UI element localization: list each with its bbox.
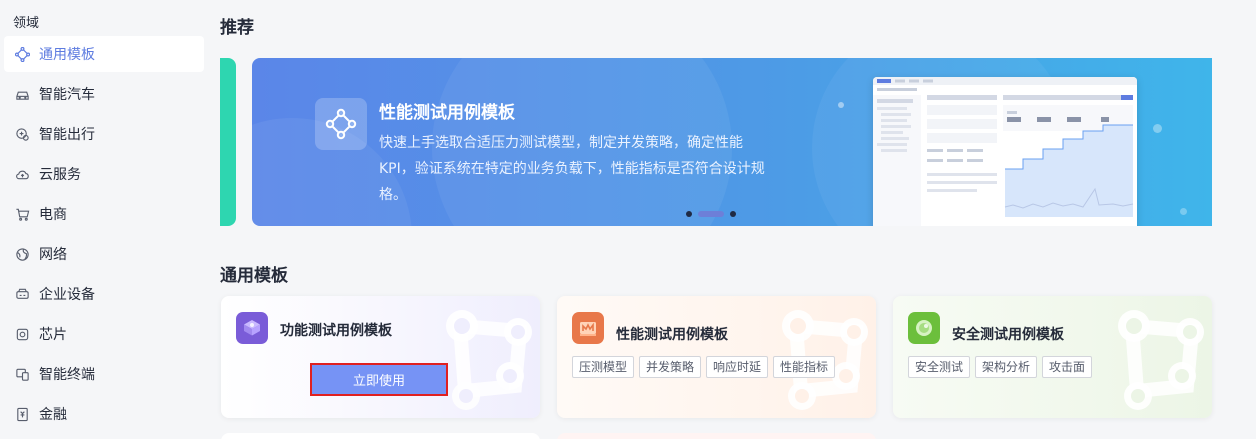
product-screenshot-image [873, 77, 1137, 226]
hub-icon [315, 98, 367, 150]
previous-banner-slide[interactable] [220, 58, 236, 226]
cart-icon [14, 206, 30, 222]
banner-description: 快速上手选取合适压力测试模型，制定并发策略，确定性能KPI，验证系统在特定的业务… [379, 135, 765, 203]
sidebar-item-label: 智能汽车 [39, 87, 95, 103]
sidebar-item-label: 电商 [39, 207, 67, 223]
template-card-peek [557, 433, 876, 439]
sidebar-item-chip[interactable]: 芯片 [4, 316, 204, 352]
sidebar-item-general[interactable]: 通用模板 [4, 36, 204, 72]
tag[interactable]: 压测模型 [572, 356, 635, 378]
carousel-dots [686, 211, 736, 217]
cloud-icon [14, 166, 30, 182]
sidebar-item-label: 通用模板 [39, 47, 95, 63]
recommend-banner[interactable]: 性能测试用例模板 快速上手选取合适压力测试模型，制定并发策略，确定性能KPI，验… [252, 58, 1212, 226]
sidebar-item-label: 智能终端 [39, 367, 95, 383]
chip-icon [14, 326, 30, 342]
sidebar-item-label: 智能出行 [39, 127, 95, 143]
tag[interactable]: 响应时延 [706, 356, 769, 378]
sidebar-item-label: 云服务 [39, 167, 81, 183]
carousel-dot[interactable] [730, 211, 736, 217]
sidebar-item-ecommerce[interactable]: 电商 [4, 196, 204, 232]
terminal-icon [14, 366, 30, 382]
sidebar-title: 领域 [13, 16, 40, 31]
card-background-graph-icon [1118, 310, 1204, 410]
sidebar-item-smart-terminal[interactable]: 智能终端 [4, 356, 204, 392]
tag[interactable]: 性能指标 [773, 356, 836, 378]
performance-test-icon [572, 312, 604, 344]
banner-title: 性能测试用例模板 [379, 103, 515, 123]
card-title: 性能测试用例模板 [616, 327, 728, 343]
card-background-graph-icon [446, 310, 532, 410]
hub-icon [14, 46, 30, 62]
mobility-icon [14, 126, 30, 142]
sidebar-item-cloud-service[interactable]: 云服务 [4, 156, 204, 192]
security-test-icon [908, 312, 940, 344]
template-card-function-test[interactable]: 功能测试用例模板 立即使用 [221, 296, 540, 418]
card-title: 功能测试用例模板 [280, 323, 392, 339]
device-icon [14, 286, 30, 302]
tag[interactable]: 安全测试 [908, 356, 971, 378]
sidebar-item-label: 芯片 [39, 327, 67, 343]
use-now-button[interactable]: 立即使用 [310, 363, 448, 396]
recommend-section-title: 推荐 [220, 18, 254, 38]
carousel-dot-active[interactable] [698, 211, 724, 217]
tag[interactable]: 并发策略 [639, 356, 702, 378]
template-card-security-test[interactable]: 安全测试用例模板 安全测试 架构分析 攻击面 [893, 296, 1212, 418]
tag-list: 压测模型 并发策略 响应时延 性能指标 [572, 356, 836, 378]
sidebar-item-smart-car[interactable]: 智能汽车 [4, 76, 204, 112]
carousel-dot[interactable] [686, 211, 692, 217]
tag[interactable]: 架构分析 [975, 356, 1038, 378]
finance-icon [14, 406, 30, 422]
templates-section-title: 通用模板 [220, 266, 288, 286]
car-icon [14, 86, 30, 102]
sidebar-item-label: 企业设备 [39, 287, 95, 303]
template-card-peek [221, 433, 540, 439]
function-test-icon [236, 312, 268, 344]
sidebar-item-label: 网络 [39, 247, 67, 263]
tag[interactable]: 攻击面 [1042, 356, 1093, 378]
sidebar-item-enterprise-device[interactable]: 企业设备 [4, 276, 204, 312]
template-card-performance-test[interactable]: 性能测试用例模板 压测模型 并发策略 响应时延 性能指标 [557, 296, 876, 418]
sidebar-item-network[interactable]: 网络 [4, 236, 204, 272]
globe-icon [14, 246, 30, 262]
tag-list: 安全测试 架构分析 攻击面 [908, 356, 1093, 378]
sidebar-item-smart-mobility[interactable]: 智能出行 [4, 116, 204, 152]
sidebar-item-label: 金融 [39, 407, 67, 423]
card-title: 安全测试用例模板 [952, 327, 1064, 343]
sidebar-item-finance[interactable]: 金融 [4, 396, 204, 432]
sidebar: 领域 通用模板 智能汽车 智能出行 云服务 电商 网络 企业设备 芯片 智能终端… [0, 0, 210, 439]
